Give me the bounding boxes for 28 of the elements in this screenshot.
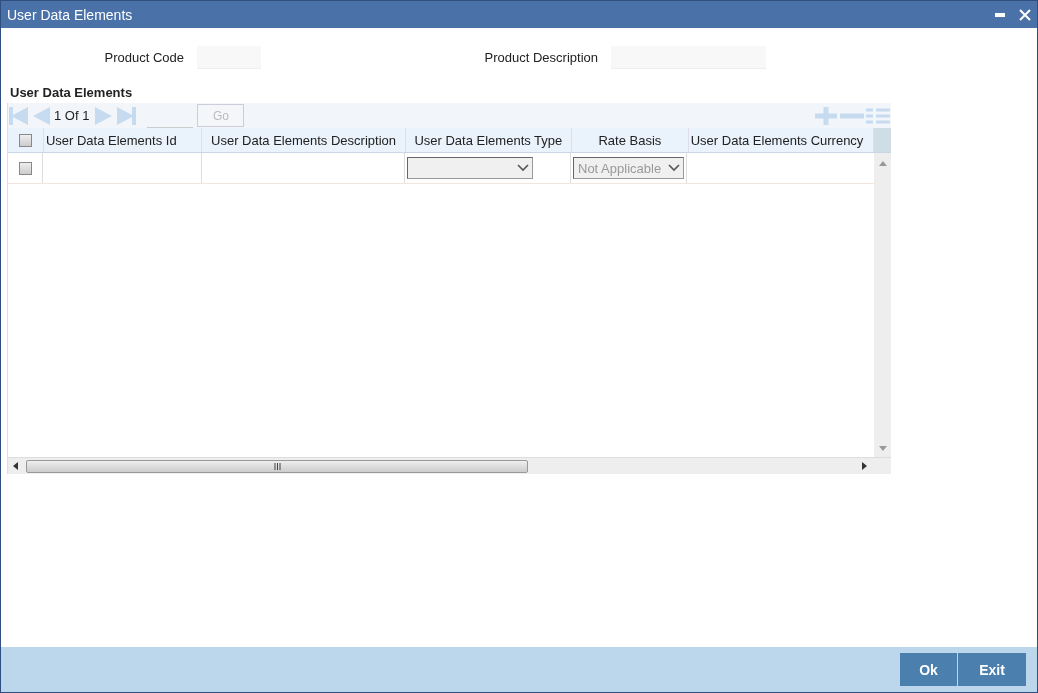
last-page-icon[interactable]	[115, 104, 138, 127]
section-title: User Data Elements	[10, 85, 134, 100]
column-header: Rate Basis	[572, 128, 689, 152]
field-label: Product Code	[103, 49, 185, 65]
page-indicator: 1 Of 1	[54, 108, 90, 123]
grip-icon	[273, 462, 281, 470]
ok-button[interactable]: Ok	[900, 653, 957, 686]
row-checkbox[interactable]	[18, 161, 32, 175]
column-header: User Data Elements Description	[202, 128, 406, 152]
chevron-down-icon	[668, 164, 680, 172]
window-title: User Data Elements	[7, 6, 134, 23]
add-row-icon[interactable]	[813, 105, 839, 126]
scroll-down-icon[interactable]	[878, 446, 887, 451]
exit-button[interactable]: Exit	[958, 653, 1026, 686]
type-dropdown[interactable]	[407, 157, 533, 179]
field-label: Product Description	[483, 49, 599, 65]
scroll-up-icon[interactable]	[878, 161, 887, 166]
chevron-down-icon	[517, 164, 529, 172]
column-header: User Data Elements Type	[405, 128, 573, 152]
close-icon[interactable]	[1019, 8, 1031, 21]
scroll-right-icon[interactable]	[862, 462, 867, 470]
horizontal-scrollbar-thumb[interactable]	[26, 459, 528, 473]
column-header: User Data Elements Id	[43, 128, 203, 152]
scroll-left-icon[interactable]	[13, 462, 18, 470]
minimize-icon[interactable]	[995, 12, 1005, 17]
first-page-icon[interactable]	[8, 104, 30, 127]
select-all-checkbox[interactable]	[18, 133, 32, 147]
rate-basis-dropdown[interactable]: Not Applicable	[573, 157, 684, 179]
